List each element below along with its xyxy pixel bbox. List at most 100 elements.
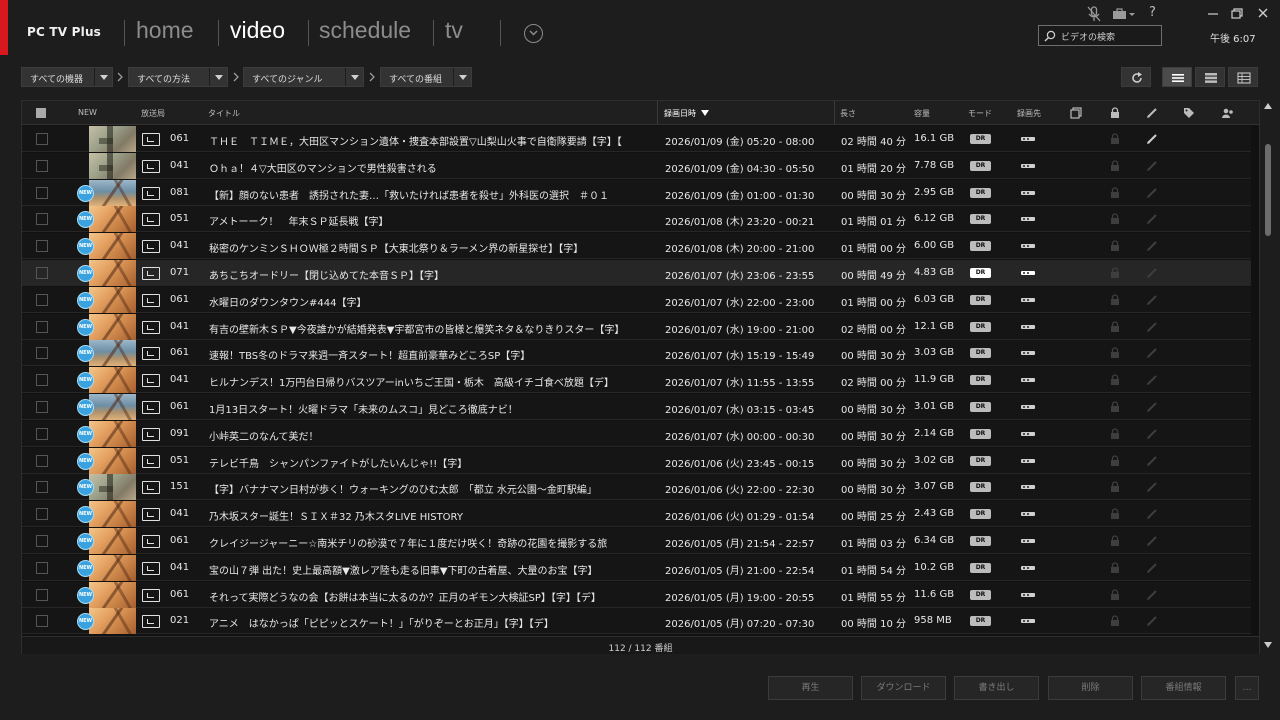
edit-icon[interactable] bbox=[1145, 454, 1159, 468]
edit-icon[interactable] bbox=[1145, 320, 1159, 334]
column-mode[interactable]: モード bbox=[968, 108, 992, 119]
lock-icon[interactable] bbox=[1110, 588, 1120, 601]
thumbnail[interactable] bbox=[89, 420, 136, 447]
table-row[interactable]: NEW 041 秘密のケンミンＳＨＯＷ極２時間ＳＰ【大東北祭り＆ラーメン界の新星探せ… bbox=[22, 233, 1251, 260]
select-all-checkbox[interactable] bbox=[36, 108, 46, 118]
nav-tv[interactable]: tv bbox=[445, 17, 463, 44]
table-row[interactable]: NEW 021 アニメ はなかっぱ「ピピッとスケート！」「がりぞーとお正月」【字】【… bbox=[22, 608, 1251, 635]
thumbnail[interactable] bbox=[89, 233, 136, 260]
program-title[interactable]: 【新】顔のない患者 誘拐された妻…「救いたければ患者を殺せ」外科医の選択 ＃０１ bbox=[209, 187, 654, 202]
chevron-down-icon[interactable] bbox=[94, 68, 112, 86]
table-row[interactable]: NEW 041 乃木坂スター誕生！ＳＩＸ＃32 乃木スタLIVE HISTORY 20… bbox=[22, 501, 1251, 528]
thumbnail[interactable] bbox=[89, 179, 136, 206]
column-size[interactable]: 容量 bbox=[914, 108, 930, 119]
program-title[interactable]: ＴＨＥ ＴＩＭＥ，大田区マンション遺体・捜査本部設置▽山梨山火事で自衛隊要請【字… bbox=[209, 133, 654, 148]
program-title[interactable]: 【字】バナナマン日村が歩く！ウォーキングのひむ太郎 「都立 水元公園～金町駅編」 bbox=[209, 481, 654, 496]
nav-video[interactable]: video bbox=[230, 17, 285, 44]
program-title[interactable]: テレビ千鳥 シャンパンファイトがしたいんじゃ!!【字】 bbox=[209, 455, 654, 470]
view-detail-button[interactable] bbox=[1195, 67, 1225, 87]
table-row[interactable]: NEW 081 【新】顔のない患者 誘拐された妻…「救いたければ患者を殺せ」外科医の… bbox=[22, 179, 1251, 206]
edit-icon[interactable] bbox=[1146, 107, 1158, 119]
table-row[interactable]: NEW 061 1月13日スタート！火曜ドラマ「未来のムスコ」見どころ徹底ナビ！ 20… bbox=[22, 394, 1251, 420]
thumbnail[interactable] bbox=[89, 206, 136, 233]
column-dest[interactable]: 録画先 bbox=[1017, 108, 1041, 119]
view-grid-button[interactable] bbox=[1228, 67, 1258, 87]
program-title[interactable]: クレイジージャーニー☆南米チリの砂漠で７年に１度だけ咲く！奇跡の花園を撮影する旅 bbox=[209, 535, 654, 550]
lock-icon[interactable] bbox=[1110, 160, 1120, 172]
thumbnail[interactable] bbox=[89, 152, 136, 179]
nav-home[interactable]: home bbox=[136, 17, 194, 44]
thumbnail[interactable] bbox=[89, 260, 136, 286]
edit-icon[interactable] bbox=[1145, 239, 1159, 253]
row-checkbox[interactable] bbox=[36, 615, 48, 628]
program-title[interactable]: 秘密のケンミンＳＨＯＷ極２時間ＳＰ【大東北祭り＆ラーメン界の新星探せ】【字】 bbox=[209, 240, 654, 255]
program-title[interactable]: Ｏｈａ！４▽大田区のマンションで男性殺害される bbox=[209, 160, 654, 175]
nav-schedule[interactable]: schedule bbox=[319, 17, 411, 44]
download-button[interactable]: ダウンロード bbox=[861, 676, 946, 700]
thumbnail[interactable] bbox=[89, 501, 136, 528]
view-list-button[interactable] bbox=[1162, 67, 1192, 87]
row-checkbox[interactable] bbox=[36, 454, 48, 467]
row-checkbox[interactable] bbox=[36, 240, 48, 253]
program-title[interactable]: 有吉の壁新木ＳＰ▼今夜誰かが結婚発表▼宇都宮市の皆様と爆笑ネタ＆なりきりスター【… bbox=[209, 321, 654, 336]
row-checkbox[interactable] bbox=[36, 535, 48, 547]
chevron-down-icon[interactable] bbox=[453, 68, 471, 86]
thumbnail[interactable] bbox=[89, 126, 136, 152]
lock-icon[interactable] bbox=[1110, 320, 1120, 333]
edit-icon[interactable] bbox=[1145, 132, 1159, 146]
column-length[interactable]: 長さ bbox=[840, 108, 856, 119]
row-checkbox[interactable] bbox=[36, 347, 48, 360]
export-button[interactable]: 書き出し bbox=[954, 676, 1039, 700]
thumbnail[interactable] bbox=[89, 554, 136, 581]
filter-device[interactable]: すべての機器 bbox=[21, 67, 113, 87]
minimize-icon[interactable] bbox=[1204, 6, 1222, 22]
play-button[interactable]: 再生 bbox=[768, 676, 853, 700]
table-row[interactable]: NEW 041 宝の山７弾 出た！史上最高額▼激レア陸も走る旧車▼下町の古着屋、大量… bbox=[22, 554, 1251, 581]
row-checkbox[interactable] bbox=[36, 267, 48, 279]
program-info-button[interactable]: 番組情報 bbox=[1141, 676, 1226, 700]
table-row[interactable]: NEW 061 それって実際どうなの会【お餅は本当に太るのか？正月のギモン大検証SP… bbox=[22, 581, 1251, 608]
thumbnail[interactable] bbox=[89, 608, 136, 635]
program-title[interactable]: アメトーーク！ 年末ＳＰ延長戦【字】 bbox=[209, 213, 654, 228]
thumbnail[interactable] bbox=[89, 367, 136, 394]
edit-icon[interactable] bbox=[1145, 266, 1159, 280]
table-row[interactable]: NEW 061 水曜日のダウンタウン#444【字】 2026/01/07 (水) 22… bbox=[22, 286, 1251, 313]
row-checkbox[interactable] bbox=[36, 133, 48, 145]
lock-icon[interactable] bbox=[1110, 186, 1120, 199]
scrollbar-thumb[interactable] bbox=[1265, 144, 1271, 236]
table-row[interactable]: NEW 061 クレイジージャーニー☆南米チリの砂漠で７年に１度だけ咲く！奇跡の花園… bbox=[22, 528, 1251, 554]
help-icon[interactable]: ? bbox=[1149, 5, 1156, 20]
lock-icon[interactable] bbox=[1110, 615, 1120, 627]
table-row[interactable]: NEW 091 小峠英二のなんて美だ！ 2026/01/07 (水) 00:00 - … bbox=[22, 420, 1251, 447]
row-checkbox[interactable] bbox=[36, 320, 48, 333]
edit-icon[interactable] bbox=[1145, 561, 1159, 575]
filter-genre[interactable]: すべてのジャンル bbox=[243, 67, 364, 87]
row-checkbox[interactable] bbox=[36, 293, 48, 306]
column-station[interactable]: 放送局 bbox=[141, 108, 165, 119]
edit-icon[interactable] bbox=[1145, 373, 1159, 387]
scrollbar[interactable] bbox=[1262, 100, 1274, 654]
table-row[interactable]: NEW 151 【字】バナナマン日村が歩く！ウォーキングのひむ太郎 「都立 水元公園… bbox=[22, 474, 1251, 501]
table-row[interactable]: 061 ＴＨＥ ＴＩＭＥ，大田区マンション遺体・捜査本部設置▽山梨山火事で自衛隊要… bbox=[22, 126, 1251, 152]
edit-icon[interactable] bbox=[1145, 186, 1159, 200]
filter-method[interactable]: すべての方法 bbox=[128, 67, 228, 87]
thumbnail[interactable] bbox=[89, 340, 136, 367]
program-title[interactable]: 速報！TBS冬のドラマ来週一斉スタート！超直前豪華みどころSP【字】 bbox=[209, 347, 654, 362]
table-row[interactable]: NEW 071 あちこちオードリー【閉じ込めてた本音ＳＰ】【字】 2026/01/07… bbox=[22, 260, 1251, 286]
edit-icon[interactable] bbox=[1145, 293, 1159, 307]
edit-icon[interactable] bbox=[1145, 212, 1159, 226]
edit-icon[interactable] bbox=[1145, 480, 1159, 494]
edit-icon[interactable] bbox=[1145, 507, 1159, 521]
row-checkbox[interactable] bbox=[36, 427, 48, 440]
table-row[interactable]: NEW 041 ヒルナンデス！1万円台日帰りバスツアーinいちご王国・栃木 高級イチ… bbox=[22, 367, 1251, 394]
program-title[interactable]: 水曜日のダウンタウン#444【字】 bbox=[209, 294, 654, 309]
scroll-up-icon[interactable] bbox=[1264, 103, 1272, 109]
table-row[interactable]: NEW 051 アメトーーク！ 年末ＳＰ延長戦【字】 2026/01/08 (木) 2… bbox=[22, 206, 1251, 233]
filter-program[interactable]: すべての番組 bbox=[380, 67, 472, 87]
lock-icon[interactable] bbox=[1109, 107, 1121, 119]
lock-icon[interactable] bbox=[1110, 133, 1120, 145]
row-checkbox[interactable] bbox=[36, 213, 48, 226]
program-title[interactable]: 1月13日スタート！火曜ドラマ「未来のムスコ」見どころ徹底ナビ！ bbox=[209, 401, 654, 416]
row-checkbox[interactable] bbox=[36, 374, 48, 387]
row-checkbox[interactable] bbox=[36, 186, 48, 199]
